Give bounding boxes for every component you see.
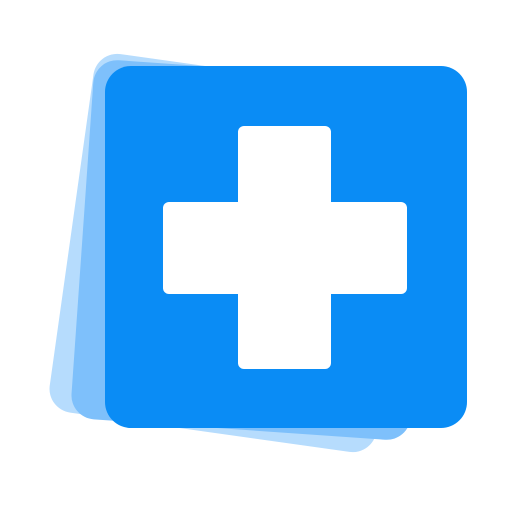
cross-horizontal-bar bbox=[163, 202, 407, 294]
app-icon bbox=[0, 0, 512, 512]
medical-cross-icon bbox=[49, 53, 467, 453]
